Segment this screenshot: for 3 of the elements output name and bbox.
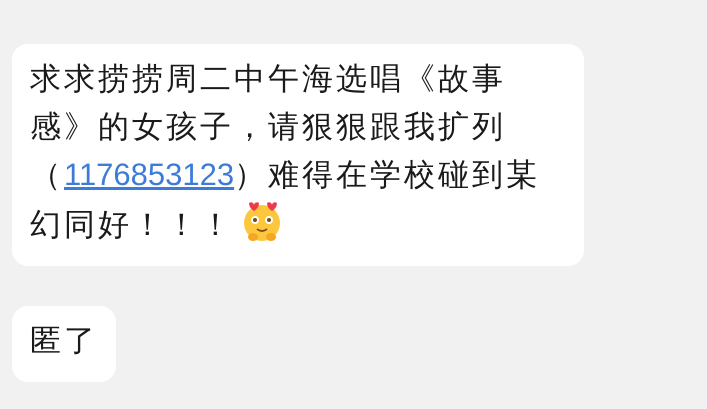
message-text: 匿了 (30, 322, 98, 361)
phone-number-link[interactable]: 1176853123 (64, 157, 234, 192)
message-text: 求求捞捞周二中午海选唱《故事感》的女孩子，请狠狠跟我扩列（1176853123）难得在学校碰到某幻同好！！！ (30, 60, 542, 245)
